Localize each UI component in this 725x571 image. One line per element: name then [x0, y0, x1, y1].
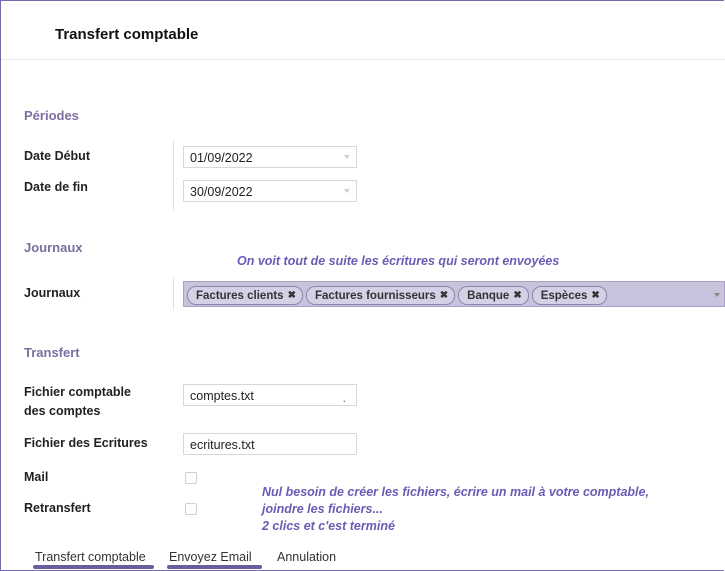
date-fin-field[interactable]: 30/09/2022	[183, 180, 357, 202]
chevron-down-icon	[344, 189, 350, 193]
dialog-title: Transfert comptable	[55, 26, 199, 43]
journal-tag: Factures clients ✖	[187, 286, 303, 305]
envoyez-email-button[interactable]: Envoyez Email	[169, 550, 252, 564]
close-icon[interactable]: ✖	[591, 290, 599, 301]
divider	[173, 140, 174, 210]
annulation-button[interactable]: Annulation	[277, 550, 336, 564]
button-underline	[167, 565, 262, 569]
close-icon[interactable]: ✖	[513, 290, 521, 301]
annotation-note-fichiers: Nul besoin de créer les fichiers, écrire…	[262, 485, 649, 533]
journaux-tag-input[interactable]: Factures clients ✖ Factures fournisseurs ✖…	[183, 281, 725, 307]
divider	[173, 278, 174, 310]
fichier-ecritures-field[interactable]: ecritures.txt	[183, 433, 357, 455]
retransfert-checkbox[interactable]	[185, 503, 197, 515]
fichier-comptes-value: comptes.txt	[190, 389, 254, 403]
date-debut-field[interactable]: 01/09/2022	[183, 146, 357, 168]
section-transfert: Transfert	[24, 345, 80, 360]
journal-tag: Factures fournisseurs ✖	[305, 286, 456, 305]
annotation-note-journaux: On voit tout de suite les écritures qui …	[237, 254, 560, 268]
section-journaux: Journaux	[24, 240, 83, 255]
date-debut-label: Date Début	[24, 149, 90, 163]
mail-checkbox[interactable]	[185, 472, 197, 484]
journal-tag: Banque ✖	[458, 286, 529, 305]
retransfert-label: Retransfert	[24, 501, 91, 515]
button-underline	[33, 565, 154, 569]
journaux-tags: Factures clients ✖ Factures fournisseurs ✖…	[187, 286, 607, 305]
close-icon[interactable]: ✖	[440, 290, 448, 301]
chevron-down-icon[interactable]	[714, 293, 720, 297]
fichier-comptes-field[interactable]: comptes.txt .	[183, 384, 357, 406]
date-fin-value: 30/09/2022	[190, 185, 253, 199]
journal-tag: Espèces ✖	[531, 286, 607, 305]
section-periodes: Périodes	[24, 108, 79, 123]
fichier-comptes-label: Fichier comptable des comptes	[24, 385, 131, 418]
date-fin-label: Date de fin	[24, 180, 88, 194]
date-debut-value: 01/09/2022	[190, 151, 253, 165]
fichier-ecritures-label: Fichier des Ecritures	[24, 436, 148, 450]
transfert-comptable-button[interactable]: Transfert comptable	[35, 550, 146, 564]
field-indicator: .	[342, 391, 346, 405]
chevron-down-icon	[344, 155, 350, 159]
fichier-ecritures-value: ecritures.txt	[190, 438, 255, 452]
journaux-label: Journaux	[24, 286, 81, 300]
close-icon[interactable]: ✖	[288, 290, 296, 301]
mail-label: Mail	[24, 470, 49, 484]
dialog-header: Transfert comptable	[1, 1, 725, 60]
